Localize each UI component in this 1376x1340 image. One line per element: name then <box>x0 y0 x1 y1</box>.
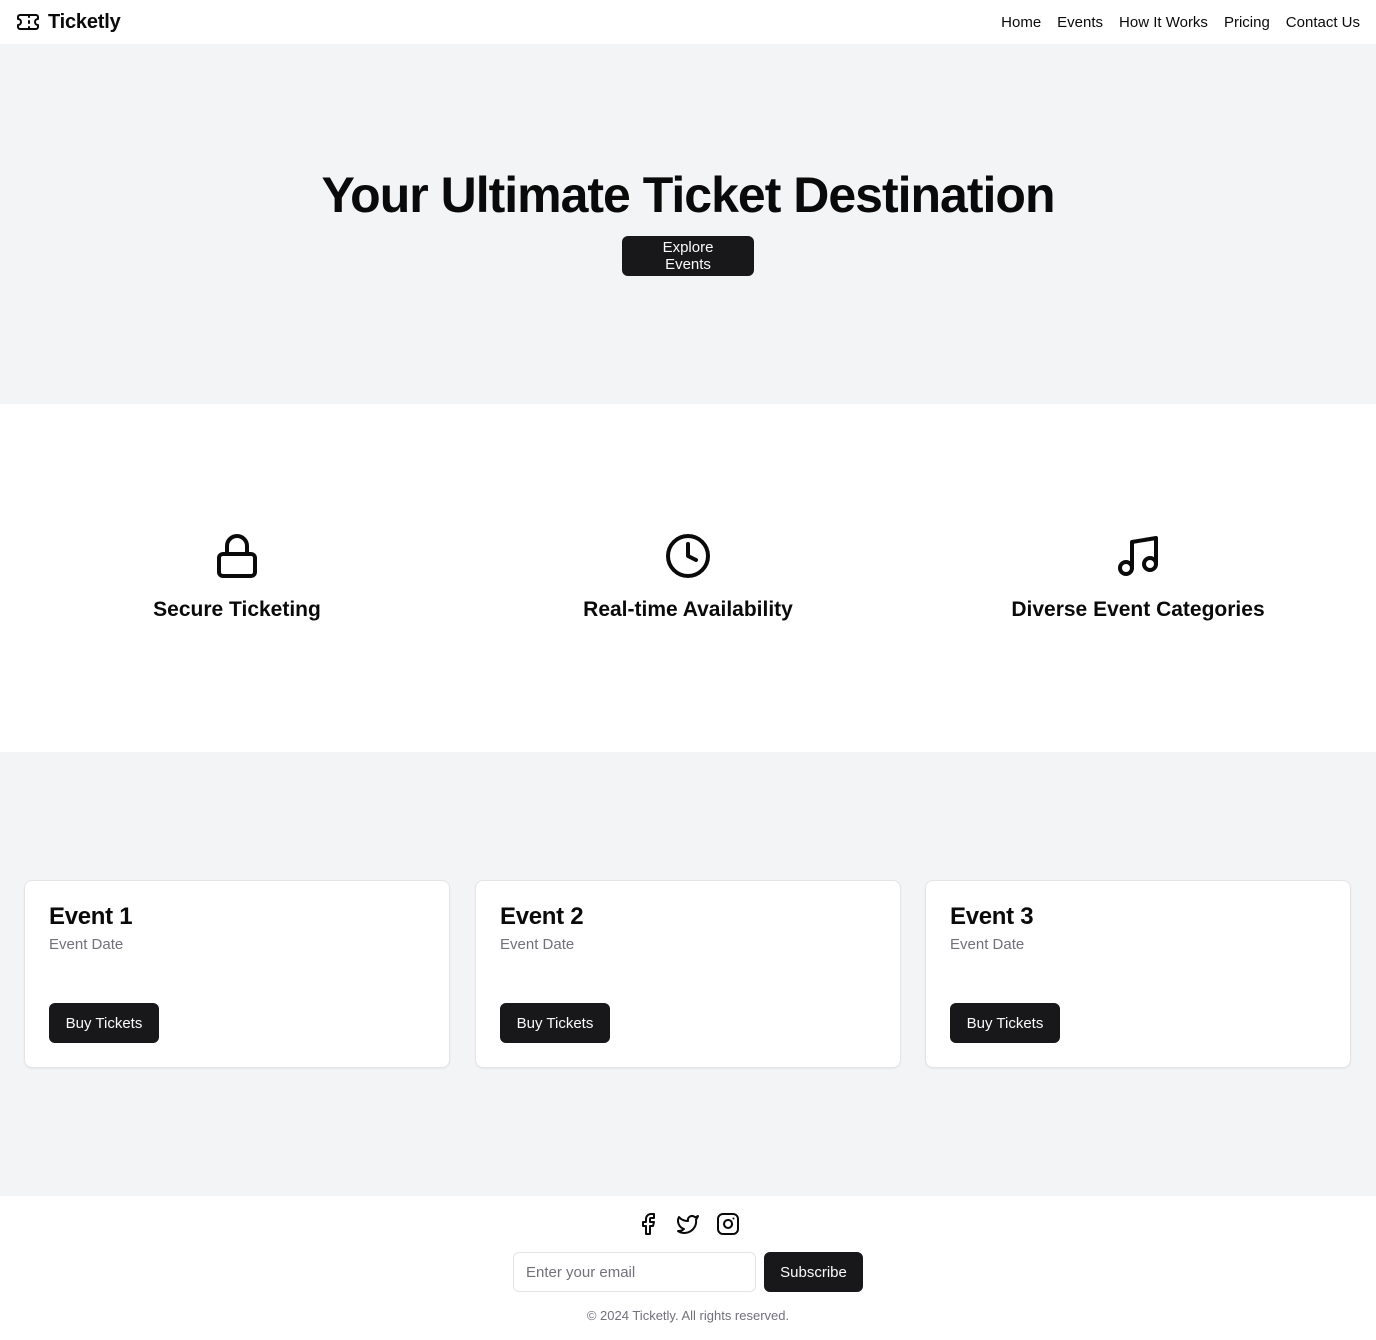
events-section: Event 1 Event Date Buy Tickets Event 2 E… <box>0 752 1376 1196</box>
email-input[interactable] <box>513 1252 756 1292</box>
copyright-text: © 2024 Ticketly. All rights reserved. <box>586 1308 790 1323</box>
buy-tickets-button[interactable]: Buy Tickets <box>950 1003 1060 1043</box>
nav-how-it-works[interactable]: How It Works <box>1119 14 1208 31</box>
event-card: Event 2 Event Date Buy Tickets <box>475 880 901 1068</box>
twitter-icon <box>677 1215 699 1234</box>
event-date: Event Date <box>500 936 575 953</box>
buy-tickets-button[interactable]: Buy Tickets <box>500 1003 610 1043</box>
event-card: Event 3 Event Date Buy Tickets <box>925 880 1351 1068</box>
feature-real-time-availability: Real-time Availability <box>478 532 898 624</box>
nav-pricing[interactable]: Pricing <box>1224 14 1270 31</box>
instagram-link[interactable] <box>716 1212 740 1236</box>
twitter-link[interactable] <box>676 1212 700 1236</box>
event-date: Event Date <box>950 936 1025 953</box>
subscribe-form: Subscribe <box>513 1252 863 1292</box>
nav-home[interactable]: Home <box>1001 14 1041 31</box>
instagram-icon <box>717 1213 739 1235</box>
event-card: Event 1 Event Date Buy Tickets <box>24 880 450 1068</box>
facebook-icon <box>642 1213 655 1235</box>
feature-secure-ticketing: Secure Ticketing <box>27 532 447 624</box>
social-links <box>636 1212 740 1236</box>
features-section: Secure Ticketing Real-time Availability … <box>0 404 1376 752</box>
site-footer: Subscribe © 2024 Ticketly. All rights re… <box>0 1196 1376 1340</box>
music-note-icon <box>1118 536 1158 576</box>
feature-title: Secure Ticketing <box>153 598 321 621</box>
facebook-link[interactable] <box>636 1212 660 1236</box>
event-title: Event 2 <box>500 903 584 930</box>
event-title: Event 1 <box>49 903 133 930</box>
nav-contact-us[interactable]: Contact Us <box>1286 14 1360 31</box>
clock-icon <box>666 534 710 578</box>
main-nav: Home Events How It Works Pricing Contact… <box>1001 14 1360 31</box>
feature-title: Real-time Availability <box>583 598 793 621</box>
buy-tickets-button[interactable]: Buy Tickets <box>49 1003 159 1043</box>
hero-title: Your Ultimate Ticket Destination <box>321 167 1056 223</box>
hero-section: Your Ultimate Ticket Destination Explore… <box>0 44 1376 404</box>
site-header: Ticketly Home Events How It Works Pricin… <box>0 0 1376 44</box>
subscribe-button[interactable]: Subscribe <box>764 1252 863 1292</box>
event-date: Event Date <box>49 936 124 953</box>
feature-diverse-event-categories: Diverse Event Categories <box>928 532 1348 624</box>
explore-events-button[interactable]: Explore Events <box>622 236 754 276</box>
feature-title: Diverse Event Categories <box>1011 598 1265 621</box>
ticket-icon <box>17 14 39 30</box>
event-title: Event 3 <box>950 903 1034 930</box>
brand-link[interactable]: Ticketly <box>16 10 121 34</box>
nav-events[interactable]: Events <box>1057 14 1103 31</box>
brand-name: Ticketly <box>48 10 121 33</box>
lock-icon <box>217 534 257 578</box>
